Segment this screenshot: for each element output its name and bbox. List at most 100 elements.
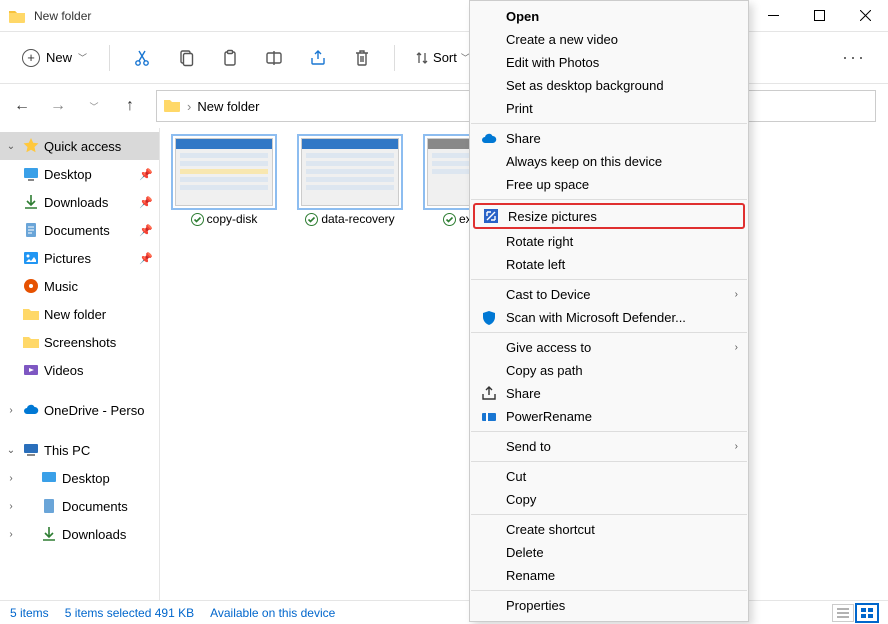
file-item[interactable]: copy-disk	[170, 138, 278, 226]
rename-button[interactable]	[254, 40, 294, 76]
sidebar-item-pictures[interactable]: Pictures📌	[0, 244, 159, 272]
ctx-powerrename[interactable]: PowerRename	[470, 405, 748, 428]
ctx-new-video[interactable]: Create a new video	[470, 28, 748, 51]
chevron-right-icon: ›	[735, 342, 738, 353]
separator	[471, 332, 747, 333]
sidebar-item-music[interactable]: Music	[0, 272, 159, 300]
separator	[394, 45, 395, 71]
chevron-down-icon: ﹀	[78, 51, 87, 64]
ctx-resize-pictures[interactable]: Resize pictures	[473, 203, 745, 229]
sidebar-item-label: Music	[44, 279, 78, 294]
title-bar: New folder	[0, 0, 888, 32]
ctx-keep-device[interactable]: Always keep on this device	[470, 150, 748, 173]
pictures-icon	[22, 249, 40, 267]
maximize-button[interactable]	[796, 0, 842, 32]
pin-icon: 📌	[139, 252, 153, 265]
sidebar-item-label: Downloads	[62, 527, 126, 542]
close-button[interactable]	[842, 0, 888, 32]
sidebar-pc-documents[interactable]: ›Documents	[0, 492, 159, 520]
ctx-open[interactable]: Open	[470, 5, 748, 28]
ctx-print[interactable]: Print	[470, 97, 748, 120]
sidebar-onedrive[interactable]: ›OneDrive - Perso	[0, 396, 159, 424]
sort-label: Sort	[433, 50, 457, 65]
sidebar-item-label: Downloads	[44, 195, 108, 210]
separator	[471, 431, 747, 432]
ctx-rotate-left[interactable]: Rotate left	[470, 253, 748, 276]
navigation-pane: ⌄ Quick access Desktop📌 Downloads📌 Docum…	[0, 128, 160, 600]
cloud-icon	[22, 401, 40, 419]
file-item[interactable]: data-recovery	[296, 138, 404, 226]
share-button[interactable]	[298, 40, 338, 76]
new-button[interactable]: + New ﹀	[12, 44, 97, 72]
breadcrumb-segment[interactable]: New folder	[197, 99, 259, 114]
pin-icon: 📌	[139, 224, 153, 237]
sidebar-item-documents[interactable]: Documents 📌	[0, 216, 159, 244]
sidebar-item-newfolder[interactable]: New folder	[0, 300, 159, 328]
ctx-rename[interactable]: Rename	[470, 564, 748, 587]
file-thumbnail	[301, 138, 399, 206]
plus-icon: +	[22, 49, 40, 67]
ctx-delete[interactable]: Delete	[470, 541, 748, 564]
ctx-edit-photos[interactable]: Edit with Photos	[470, 51, 748, 74]
sidebar-this-pc[interactable]: ⌄ This PC	[0, 436, 159, 464]
more-button[interactable]: ···	[832, 47, 876, 68]
ctx-free-space[interactable]: Free up space	[470, 173, 748, 196]
sidebar-item-label: Desktop	[44, 167, 92, 182]
sidebar-pc-desktop[interactable]: ›Desktop	[0, 464, 159, 492]
downloads-icon	[22, 193, 40, 211]
sidebar-item-label: Videos	[44, 363, 84, 378]
delete-button[interactable]	[342, 40, 382, 76]
thumbnails-view-button[interactable]	[856, 604, 878, 622]
minimize-button[interactable]	[750, 0, 796, 32]
sidebar-item-desktop[interactable]: Desktop📌	[0, 160, 159, 188]
pin-icon: 📌	[139, 196, 153, 209]
check-icon	[305, 213, 318, 226]
chevron-down-icon: ⌄	[4, 141, 18, 152]
ctx-set-background[interactable]: Set as desktop background	[470, 74, 748, 97]
file-thumbnail	[175, 138, 273, 206]
ctx-send-to[interactable]: Send to›	[470, 435, 748, 458]
ctx-properties[interactable]: Properties	[470, 594, 748, 617]
ctx-share2[interactable]: Share	[470, 382, 748, 405]
ctx-cast[interactable]: Cast to Device›	[470, 283, 748, 306]
shield-icon	[480, 309, 498, 327]
sidebar-item-videos[interactable]: Videos	[0, 356, 159, 384]
status-selection[interactable]: 5 items selected 491 KB	[65, 606, 194, 620]
sidebar-quick-access[interactable]: ⌄ Quick access	[0, 132, 159, 160]
videos-icon	[22, 361, 40, 379]
copy-button[interactable]	[166, 40, 206, 76]
ctx-shortcut[interactable]: Create shortcut	[470, 518, 748, 541]
sidebar-item-label: Screenshots	[44, 335, 116, 350]
ctx-cut[interactable]: Cut	[470, 465, 748, 488]
chevron-down-icon: ⌄	[4, 445, 18, 456]
up-button[interactable]: ↑	[114, 90, 146, 122]
sidebar-item-label: OneDrive - Perso	[44, 403, 144, 418]
chevron-right-icon: ›	[735, 289, 738, 300]
ctx-copy-path[interactable]: Copy as path	[470, 359, 748, 382]
ctx-copy[interactable]: Copy	[470, 488, 748, 511]
status-availability[interactable]: Available on this device	[210, 606, 335, 620]
sort-button[interactable]: Sort ﹀	[407, 45, 478, 70]
sidebar-item-screenshots[interactable]: Screenshots	[0, 328, 159, 356]
sidebar-item-label: New folder	[44, 307, 106, 322]
sidebar-item-downloads[interactable]: Downloads 📌	[0, 188, 159, 216]
paste-button[interactable]	[210, 40, 250, 76]
ctx-defender[interactable]: Scan with Microsoft Defender...	[470, 306, 748, 329]
separator	[471, 514, 747, 515]
cut-button[interactable]	[122, 40, 162, 76]
recent-button[interactable]: ﹀	[78, 90, 110, 122]
folder-icon	[163, 96, 181, 117]
check-icon	[443, 213, 456, 226]
ctx-share[interactable]: Share	[470, 127, 748, 150]
forward-button[interactable]: →	[42, 90, 74, 122]
details-view-button[interactable]	[832, 604, 854, 622]
sidebar-item-label: This PC	[44, 443, 90, 458]
sidebar-item-label: Quick access	[44, 139, 121, 154]
sidebar-pc-downloads[interactable]: ›Downloads	[0, 520, 159, 548]
back-button[interactable]: ←	[6, 90, 38, 122]
navigation-bar: ← → ﹀ ↑ › New folder	[0, 84, 888, 128]
status-item-count[interactable]: 5 items	[10, 606, 49, 620]
ctx-give-access[interactable]: Give access to›	[470, 336, 748, 359]
sidebar-item-label: Documents	[44, 223, 110, 238]
ctx-rotate-right[interactable]: Rotate right	[470, 230, 748, 253]
